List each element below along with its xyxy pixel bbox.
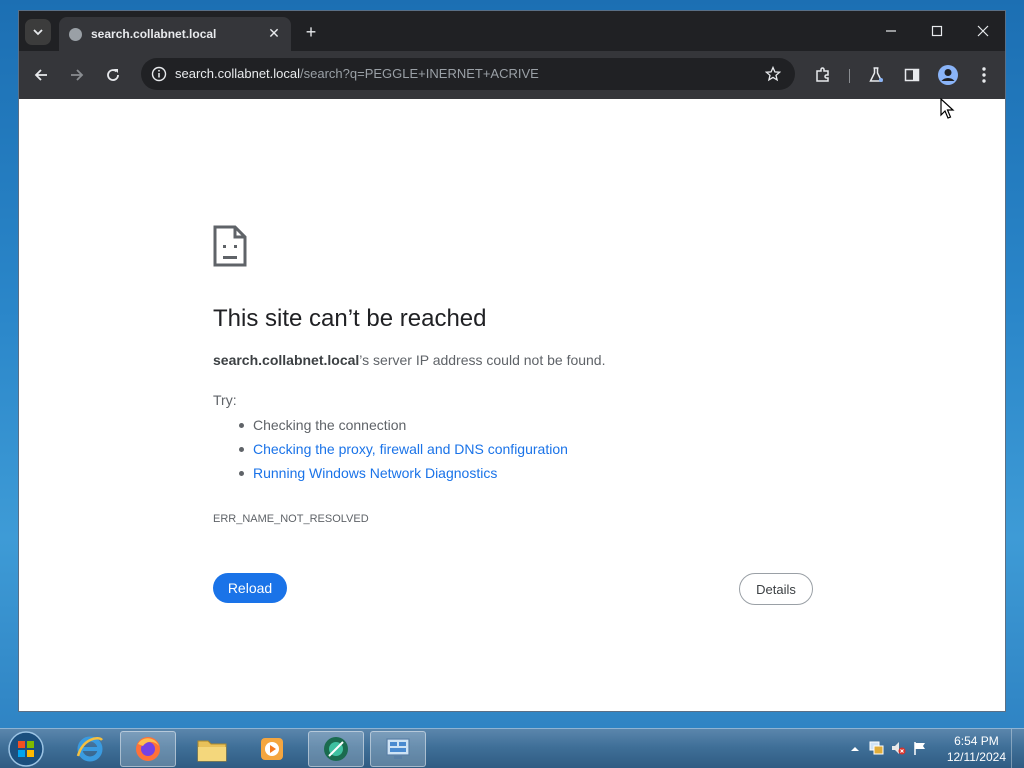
puzzle-icon (816, 67, 829, 82)
media-player-icon (261, 738, 283, 760)
back-button[interactable] (27, 61, 55, 89)
internet-explorer-icon (76, 736, 103, 762)
volume-muted-icon (892, 742, 906, 755)
refresh-icon (107, 69, 119, 81)
taskbar-media-player[interactable] (244, 731, 300, 767)
bookmark-button[interactable] (763, 64, 783, 84)
suggestion-checking-connection: Checking the connection (253, 417, 407, 433)
show-hidden-icons[interactable] (850, 741, 860, 759)
reload-button[interactable]: Reload (213, 573, 287, 603)
try-label: Try: (213, 392, 237, 408)
volume-tray-icon[interactable] (890, 740, 906, 761)
show-desktop-button[interactable] (1011, 729, 1024, 768)
minimize-icon (886, 30, 896, 32)
profile-button[interactable] (936, 63, 960, 87)
proxy-config-link[interactable]: Checking the proxy, firewall and DNS con… (253, 441, 568, 457)
arrow-left-icon (34, 69, 47, 81)
maximize-button[interactable] (915, 17, 959, 45)
taskbar-browser[interactable] (308, 731, 364, 767)
reload-toolbar-button[interactable] (99, 61, 127, 89)
taskbar-control-panel[interactable] (370, 731, 426, 767)
tab-title: search.collabnet.local (91, 27, 217, 41)
close-tab-icon[interactable]: ✕ (265, 24, 283, 42)
chevron-down-icon (33, 29, 43, 36)
error-heading: This site can’t be reached (213, 305, 487, 332)
details-button[interactable]: Details (739, 573, 813, 605)
close-icon (977, 25, 989, 37)
network-diagnostics-link[interactable]: Running Windows Network Diagnostics (253, 465, 497, 481)
network-tray-icon[interactable] (868, 740, 884, 761)
side-panel-button[interactable] (900, 63, 924, 87)
system-tray: 6:54 PM 12/11/2024 (844, 729, 1024, 768)
extensions-button[interactable] (811, 63, 835, 87)
labs-button[interactable] (864, 63, 888, 87)
avatar-icon (938, 65, 958, 85)
tab-search-button[interactable] (25, 19, 51, 45)
forward-button[interactable] (63, 61, 91, 89)
side-panel-icon (904, 68, 920, 82)
error-message: search.collabnet.local’s server IP addre… (213, 352, 606, 368)
url-text[interactable]: search.collabnet.local/search?q=PEGGLE+I… (175, 66, 539, 81)
start-button[interactable] (6, 730, 46, 768)
kebab-menu-icon (982, 67, 986, 83)
toolbar-divider (849, 69, 850, 83)
sad-document-icon (213, 225, 247, 267)
taskbar-file-explorer[interactable] (184, 731, 240, 767)
action-center-tray-icon[interactable] (912, 740, 928, 761)
mouse-cursor-icon (940, 98, 955, 119)
list-item: Checking the connection (235, 413, 568, 437)
browser-window: search.collabnet.local ✕ + search.collab… (18, 10, 1006, 712)
arrow-right-icon (71, 69, 84, 81)
list-item: Checking the proxy, firewall and DNS con… (235, 437, 568, 461)
star-icon (765, 66, 781, 82)
windows-logo-icon (8, 731, 44, 767)
minimize-button[interactable] (869, 17, 913, 45)
url-path: /search?q=PEGGLE+INERNET+ACRIVE (300, 66, 539, 81)
globe-icon (69, 28, 82, 41)
firefox-icon (136, 737, 160, 761)
chevron-up-icon (851, 747, 859, 751)
list-item: Running Windows Network Diagnostics (235, 461, 568, 485)
taskbar-clock[interactable]: 6:54 PM 12/11/2024 (947, 733, 1006, 765)
browser-app-icon (324, 737, 348, 761)
suggestion-list: Checking the connection Checking the pro… (235, 413, 568, 485)
clock-time: 6:54 PM (954, 734, 999, 748)
taskbar-internet-explorer[interactable] (62, 731, 118, 767)
folder-icon (197, 740, 227, 762)
close-window-button[interactable] (961, 17, 1005, 45)
clock-date: 12/11/2024 (946, 750, 1006, 764)
url-host: search.collabnet.local (175, 66, 301, 81)
browser-toolbar: search.collabnet.local/search?q=PEGGLE+I… (19, 51, 1005, 99)
control-panel-icon (386, 738, 410, 759)
new-tab-button[interactable]: + (299, 20, 323, 44)
taskbar: 6:54 PM 12/11/2024 (0, 728, 1024, 768)
error-page: This site can’t be reached search.collab… (19, 99, 1005, 711)
tab-active[interactable]: search.collabnet.local ✕ (59, 17, 291, 51)
maximize-icon (931, 25, 943, 37)
flask-icon (869, 67, 883, 82)
error-code: ERR_NAME_NOT_RESOLVED (213, 513, 369, 525)
error-host: search.collabnet.local (213, 352, 360, 368)
tab-bar: search.collabnet.local ✕ + (19, 11, 1005, 51)
taskbar-firefox[interactable] (120, 731, 176, 767)
error-message-text: ’s server IP address could not be found. (359, 352, 606, 368)
network-icon (869, 741, 884, 755)
address-bar[interactable]: search.collabnet.local/search?q=PEGGLE+I… (141, 58, 795, 90)
flag-icon (914, 742, 925, 755)
menu-button[interactable] (972, 63, 996, 87)
info-icon[interactable] (151, 66, 167, 82)
